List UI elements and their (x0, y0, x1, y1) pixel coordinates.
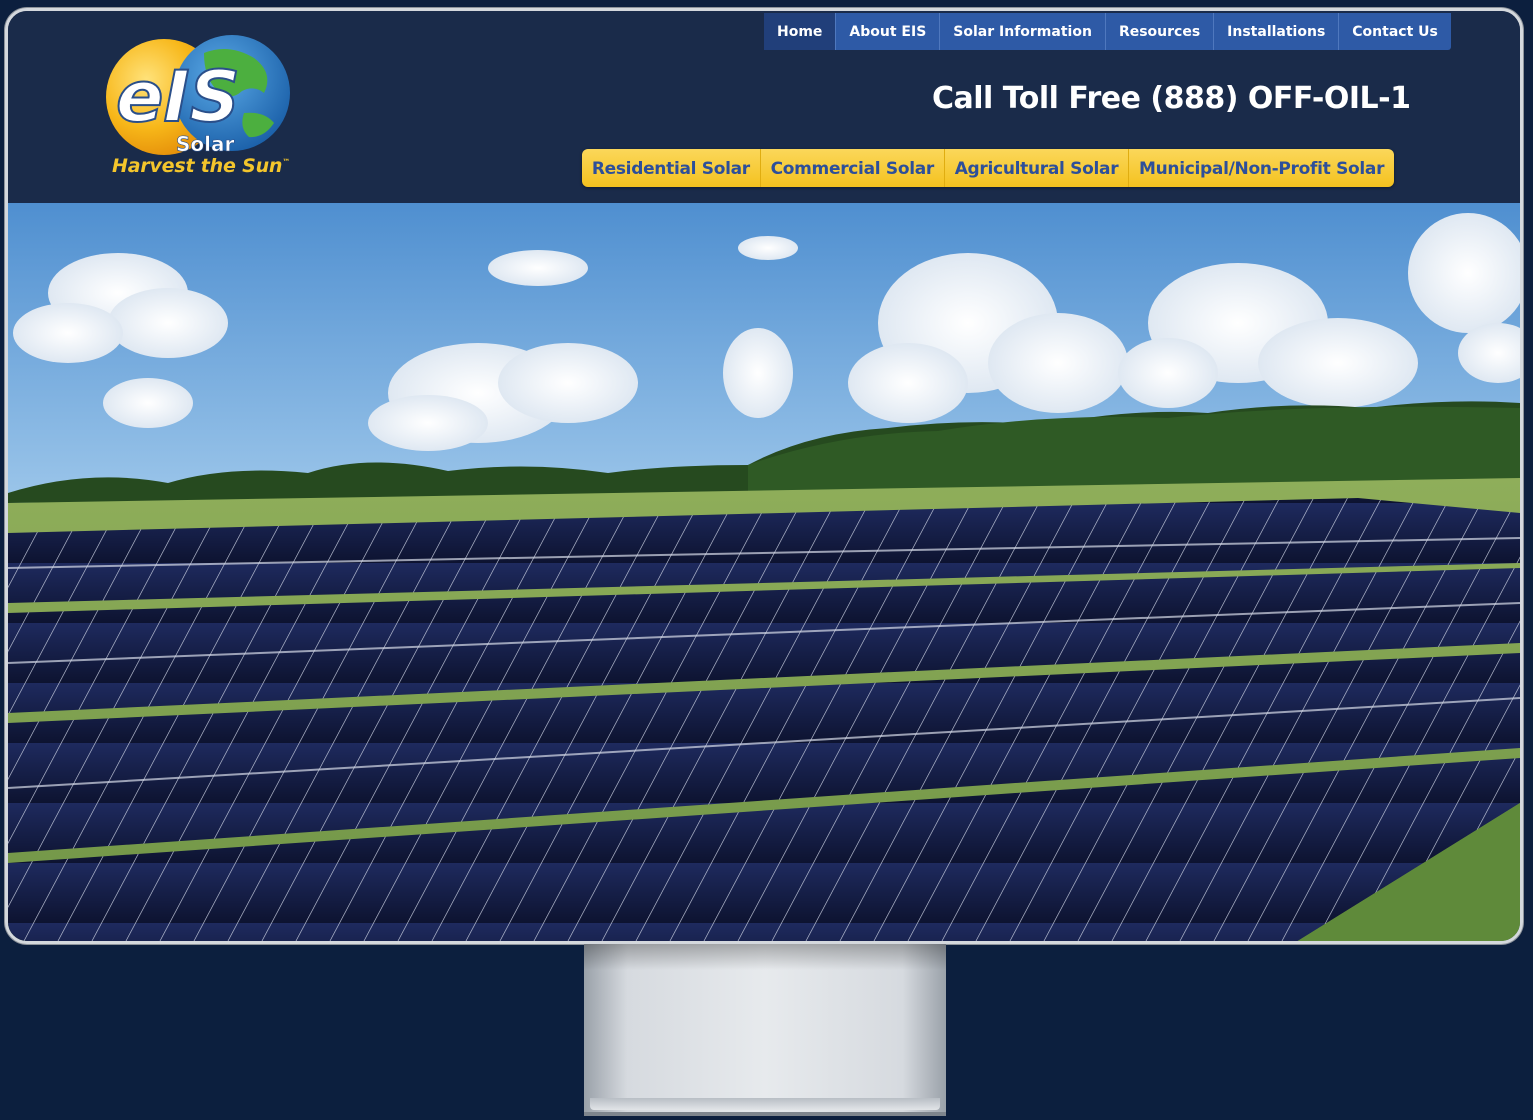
toll-free-phone[interactable]: Call Toll Free (888) OFF-OIL-1 (932, 81, 1411, 116)
tagline-text: Harvest the Sun (112, 155, 283, 177)
svg-text:Solar: Solar (176, 132, 234, 156)
monitor-screen: eIS Solar Harvest the Sun™ Home About EI… (5, 8, 1523, 944)
nav-agricultural-solar[interactable]: Agricultural Solar (945, 149, 1130, 187)
nav-residential-solar[interactable]: Residential Solar (582, 149, 761, 187)
hero-image (8, 203, 1520, 941)
solar-farm-illustration (8, 203, 1520, 941)
nav-installations[interactable]: Installations (1214, 13, 1340, 50)
nav-about[interactable]: About EIS (836, 13, 941, 50)
nav-municipal-solar[interactable]: Municipal/Non-Profit Solar (1129, 149, 1394, 187)
svg-text:eIS: eIS (116, 56, 240, 138)
nav-contact-us[interactable]: Contact Us (1339, 13, 1451, 50)
tagline: Harvest the Sun™ (112, 155, 312, 177)
logo-globe-icon: eIS Solar (106, 35, 290, 156)
monitor-stand-foot (590, 1098, 940, 1110)
solar-category-nav: Residential Solar Commercial Solar Agric… (582, 149, 1394, 187)
nav-home[interactable]: Home (764, 13, 837, 50)
nav-resources[interactable]: Resources (1106, 13, 1215, 50)
top-nav: Home About EIS Solar Information Resourc… (764, 13, 1451, 50)
nav-commercial-solar[interactable]: Commercial Solar (761, 149, 945, 187)
nav-solar-information[interactable]: Solar Information (940, 13, 1106, 50)
stand-shadow (584, 944, 946, 970)
trademark-symbol: ™ (282, 157, 291, 167)
site-header: eIS Solar Harvest the Sun™ Home About EI… (8, 11, 1520, 203)
